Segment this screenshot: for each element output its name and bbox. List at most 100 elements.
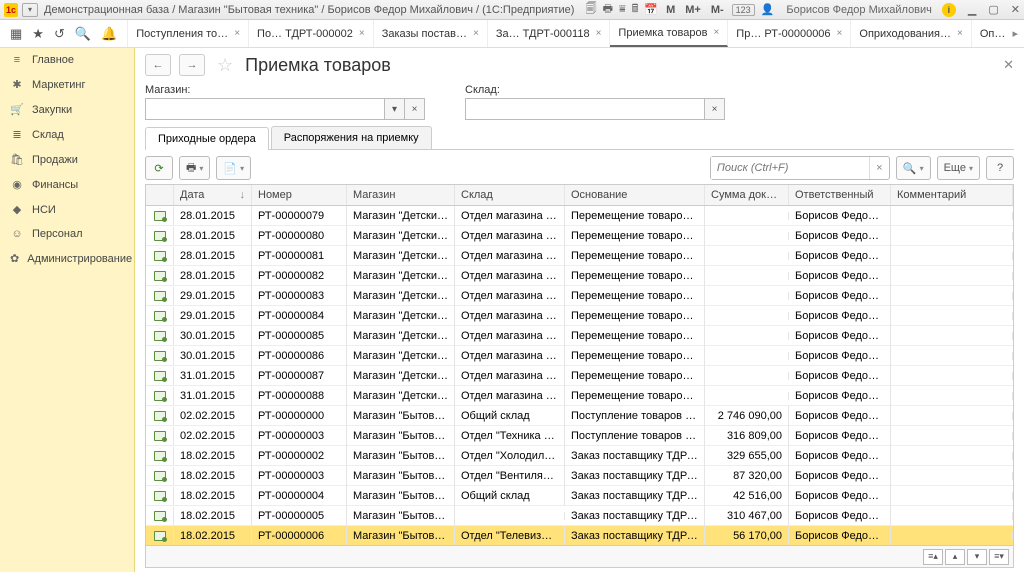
subtab-acceptance-orders[interactable]: Распоряжения на приемку — [271, 126, 432, 149]
tab-close-icon[interactable]: × — [596, 28, 602, 39]
col-date[interactable]: Дата↓ — [174, 185, 252, 205]
tab-close-icon[interactable]: × — [234, 28, 240, 39]
sidebar-item[interactable]: ◉Финансы — [0, 172, 134, 197]
filter-shop-clear[interactable]: × — [405, 98, 425, 120]
table-row[interactable]: 18.02.2015РТ-00000002Магазин "Бытовая…От… — [146, 446, 1013, 466]
table-row[interactable]: 28.01.2015РТ-00000081Магазин "Детские …О… — [146, 246, 1013, 266]
m-button[interactable]: M — [664, 4, 677, 16]
content-area: ← → ☆ Приемка товаров ✕ Магазин: ▾ × Скл… — [135, 48, 1024, 572]
nav-forward-button[interactable]: → — [179, 54, 205, 76]
cell-date: 28.01.2015 — [174, 246, 252, 266]
col-icon[interactable] — [146, 185, 174, 205]
tab[interactable]: Заказы постав…× — [374, 20, 488, 47]
table-row[interactable]: 18.02.2015РТ-00000005Магазин "Бытовая…За… — [146, 506, 1013, 526]
col-number[interactable]: Номер — [252, 185, 347, 205]
subtab-incoming-orders[interactable]: Приходные ордера — [145, 127, 269, 150]
print-icon[interactable]: 🖶 — [603, 0, 613, 19]
table-row[interactable]: 18.02.2015РТ-00000006Магазин "Бытовая…От… — [146, 526, 1013, 545]
filter-shop-dropdown[interactable]: ▾ — [385, 98, 405, 120]
tab[interactable]: По… ТДРТ-000002× — [249, 20, 374, 47]
tab[interactable]: Оприходования…× — [851, 20, 971, 47]
numbers-icon[interactable]: 123 — [732, 4, 755, 16]
nav-first-button[interactable]: ≡▴ — [923, 549, 943, 565]
sidebar-item[interactable]: ◆НСИ — [0, 197, 134, 222]
table-row[interactable]: 02.02.2015РТ-00000003Магазин "Бытовая…От… — [146, 426, 1013, 446]
calc-icon[interactable]: 🖩 — [632, 0, 639, 19]
table-row[interactable]: 30.01.2015РТ-00000086Магазин "Детские …О… — [146, 346, 1013, 366]
table-row[interactable]: 18.02.2015РТ-00000004Магазин "Бытовая…Об… — [146, 486, 1013, 506]
col-sum[interactable]: Сумма докум… — [705, 185, 789, 205]
m-minus-button[interactable]: M- — [709, 4, 726, 16]
table-row[interactable]: 28.01.2015РТ-00000079Магазин "Детские …О… — [146, 206, 1013, 226]
col-warehouse[interactable]: Склад — [455, 185, 565, 205]
maximize-button[interactable]: ▢ — [988, 3, 998, 16]
apps-icon[interactable]: ▦ — [10, 26, 22, 42]
report-button[interactable]: 📄▾ — [216, 156, 251, 180]
sidebar-item-label: Администрирование — [27, 253, 132, 265]
table-row[interactable]: 29.01.2015РТ-00000083Магазин "Детские …О… — [146, 286, 1013, 306]
refresh-button[interactable]: ⟳ — [145, 156, 173, 180]
col-responsible[interactable]: Ответственный — [789, 185, 891, 205]
table-row[interactable]: 28.01.2015РТ-00000082Магазин "Детские …О… — [146, 266, 1013, 286]
more-button[interactable]: Еще▾ — [937, 156, 980, 180]
cell-sum — [705, 272, 789, 280]
table-row[interactable]: 02.02.2015РТ-00000000Магазин "Бытовая…Об… — [146, 406, 1013, 426]
user-name[interactable]: Борисов Федор Михайлович — [786, 4, 932, 16]
tab-close-icon[interactable]: × — [359, 28, 365, 39]
col-comment[interactable]: Комментарий — [891, 185, 1013, 205]
tab[interactable]: Пр… РТ-00000006 × — [728, 20, 851, 47]
nav-back-button[interactable]: ← — [145, 54, 171, 76]
app-menu-dropdown[interactable]: ▾ — [22, 3, 38, 17]
col-base[interactable]: Основание — [565, 185, 705, 205]
sidebar-item[interactable]: ✱Маркетинг — [0, 72, 134, 97]
m-plus-button[interactable]: M+ — [683, 4, 703, 16]
tab[interactable]: Приемка товаров× — [610, 20, 728, 47]
sidebar-item[interactable]: ≡Главное — [0, 48, 134, 72]
favorites-icon[interactable]: ★ — [32, 26, 44, 42]
notifications-icon[interactable]: 🔔 — [101, 26, 117, 42]
nav-last-button[interactable]: ≡▾ — [989, 549, 1009, 565]
table-row[interactable]: 29.01.2015РТ-00000084Магазин "Детские …О… — [146, 306, 1013, 326]
table-row[interactable]: 31.01.2015РТ-00000087Магазин "Детские …О… — [146, 366, 1013, 386]
sidebar-item[interactable]: ✿Администрирование — [0, 246, 134, 271]
favorite-star-icon[interactable]: ☆ — [217, 55, 233, 76]
calendar-icon[interactable]: 📅 — [644, 3, 658, 16]
sidebar-item[interactable]: ☺Персонал — [0, 222, 134, 246]
tab[interactable]: Поступления то…× — [128, 20, 249, 47]
help-button[interactable]: ? — [986, 156, 1014, 180]
filter-warehouse-input[interactable] — [465, 98, 705, 120]
close-page-button[interactable]: ✕ — [1003, 57, 1014, 73]
sidebar-item[interactable]: ≣Склад — [0, 122, 134, 147]
tab-close-icon[interactable]: × — [837, 28, 843, 39]
sidebar-item[interactable]: 🛒Закупки — [0, 97, 134, 122]
filter-warehouse-clear[interactable]: × — [705, 98, 725, 120]
sidebar-item[interactable]: 🛍Продажи — [0, 147, 134, 172]
advanced-search-button[interactable]: 🔍▾ — [896, 156, 931, 180]
tab-close-icon[interactable]: × — [473, 28, 479, 39]
print-button[interactable]: 🖶▾ — [179, 156, 210, 180]
tab-close-icon[interactable]: × — [713, 27, 719, 38]
search-input[interactable] — [711, 157, 869, 179]
tab-close-icon[interactable]: × — [957, 28, 963, 39]
history-icon[interactable]: ↺ — [54, 26, 65, 42]
tab[interactable]: Оп…ЧПРТ-000002× — [972, 20, 1007, 47]
close-window-button[interactable]: ✕ — [1011, 3, 1020, 16]
tab[interactable]: За… ТДРТ-000118× — [488, 20, 611, 47]
table-row[interactable]: 30.01.2015РТ-00000085Магазин "Детские …О… — [146, 326, 1013, 346]
cell-number: РТ-00000080 — [252, 226, 347, 246]
search-global-icon[interactable]: 🔍 — [75, 26, 91, 42]
col-shop[interactable]: Магазин — [347, 185, 455, 205]
info-icon[interactable]: i — [942, 3, 956, 17]
nav-up-button[interactable]: ▴ — [945, 549, 965, 565]
print-preview-icon[interactable]: 🗐 — [586, 0, 597, 19]
table-row[interactable]: 18.02.2015РТ-00000003Магазин "Бытовая…От… — [146, 466, 1013, 486]
tabs-scroll-right[interactable]: ▸ — [1006, 20, 1024, 47]
table-row[interactable]: 28.01.2015РТ-00000080Магазин "Детские …О… — [146, 226, 1013, 246]
filter-shop-input[interactable] — [145, 98, 385, 120]
search-clear-button[interactable]: × — [869, 157, 889, 179]
compare-icon[interactable]: ⩸ — [619, 3, 626, 16]
tab-label: Пр… РТ-00000006 — [736, 28, 830, 40]
table-row[interactable]: 31.01.2015РТ-00000088Магазин "Детские …О… — [146, 386, 1013, 406]
minimize-button[interactable]: ▁ — [968, 3, 976, 16]
nav-down-button[interactable]: ▾ — [967, 549, 987, 565]
